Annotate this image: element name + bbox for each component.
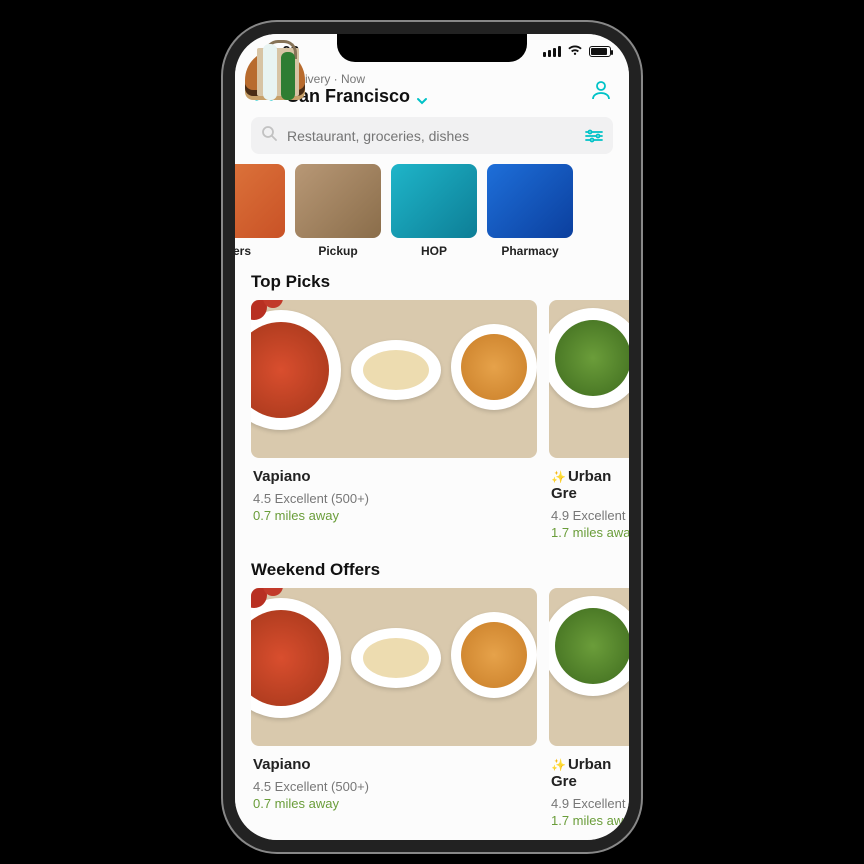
restaurant-rating: 4.9 Excellent (551, 508, 629, 523)
restaurant-rating: 4.5 Excellent (500+) (253, 779, 535, 794)
restaurant-card[interactable]: Vapiano 4.5 Excellent (500+) 0.7 miles a… (251, 300, 537, 546)
restaurant-card[interactable]: ✨Urban Gre 4.9 Excellent 1.7 miles away (549, 300, 629, 546)
search-icon (261, 125, 277, 146)
weekend-offers-row[interactable]: Vapiano 4.5 Excellent (500+) 0.7 miles a… (235, 588, 629, 840)
top-picks-row[interactable]: Vapiano 4.5 Excellent (500+) 0.7 miles a… (235, 300, 629, 554)
restaurant-name: Vapiano (253, 468, 535, 485)
restaurant-image (549, 300, 629, 458)
restaurant-distance: 1.7 miles away (551, 525, 629, 540)
restaurant-distance: 0.7 miles away (253, 508, 535, 523)
delivery-mode-label: Delivery · Now (287, 72, 579, 86)
search-input[interactable] (287, 128, 575, 144)
device-notch (337, 34, 527, 62)
battery-icon (589, 46, 611, 57)
section-title-weekend: Weekend Offers (235, 554, 629, 588)
section-title-top-picks: Top Picks (235, 266, 629, 300)
category-offers[interactable]: ers (235, 164, 285, 258)
category-row[interactable]: ers Pickup HOP Pharmacy (235, 164, 629, 266)
restaurant-rating: 4.5 Excellent (500+) (253, 491, 535, 506)
sparkle-icon: ✨ (551, 758, 566, 772)
restaurant-rating: 4.9 Excellent (551, 796, 629, 811)
search-bar[interactable] (251, 117, 613, 154)
restaurant-name: Vapiano (253, 756, 535, 773)
restaurant-distance: 1.7 miles away (551, 813, 629, 828)
wifi-icon (567, 43, 583, 60)
restaurant-name: ✨Urban Gre (551, 468, 629, 502)
restaurant-card[interactable]: Vapiano 4.5 Excellent (500+) 0.7 miles a… (251, 588, 537, 834)
category-hop[interactable]: HOP (391, 164, 477, 258)
chevron-down-icon (416, 91, 428, 103)
restaurant-image (251, 588, 537, 746)
sparkle-icon: ✨ (551, 470, 566, 484)
cell-signal-icon (543, 46, 561, 57)
restaurant-image (251, 300, 537, 458)
restaurant-name: ✨Urban Gre (551, 756, 629, 790)
restaurant-image (549, 588, 629, 746)
location-name: San Francisco (287, 86, 410, 107)
category-pickup[interactable]: Pickup (295, 164, 381, 258)
restaurant-distance: 0.7 miles away (253, 796, 535, 811)
restaurant-card[interactable]: ✨Urban Gre 4.9 Excellent 1.7 miles away (549, 588, 629, 834)
category-pharmacy[interactable]: Pharmacy (487, 164, 573, 258)
filter-icon[interactable] (585, 129, 603, 143)
location-selector[interactable]: San Francisco (287, 86, 579, 107)
profile-icon[interactable] (589, 78, 613, 102)
